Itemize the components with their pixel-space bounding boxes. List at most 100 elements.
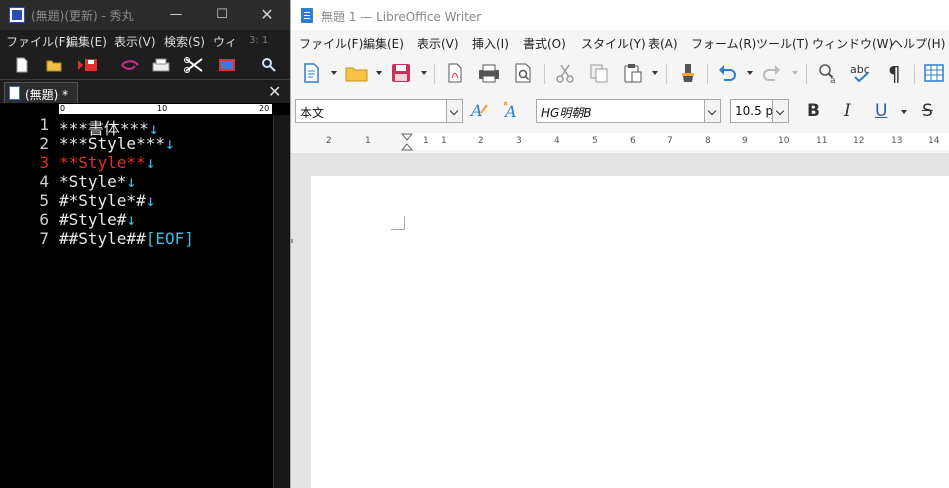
print-preview-icon[interactable]	[512, 62, 534, 84]
chevron-down-icon[interactable]	[901, 110, 907, 114]
line-text: #*Style*#	[59, 191, 146, 210]
line-text: #Style#	[59, 210, 127, 229]
chevron-down-icon[interactable]	[747, 71, 753, 75]
print-icon[interactable]	[477, 62, 501, 84]
font-size-select[interactable]: 10.5 pt	[730, 99, 789, 123]
menu-help[interactable]: ヘルプ(H)	[891, 35, 945, 52]
document-area	[291, 154, 949, 488]
ruler-label: 12	[853, 136, 865, 146]
open-folder-icon[interactable]	[45, 56, 63, 74]
spelling-icon[interactable]: abc	[849, 62, 875, 84]
paragraph-style-select[interactable]: 本文	[295, 99, 463, 123]
menu-format[interactable]: 書式(O)	[523, 35, 566, 52]
menu-search[interactable]: 検索(S)	[164, 33, 205, 50]
new-file-icon[interactable]	[13, 56, 31, 74]
line-number: 6	[39, 210, 49, 229]
save-icon[interactable]	[76, 56, 100, 74]
strikethrough-button[interactable]: S	[922, 101, 933, 121]
insert-table-icon[interactable]	[923, 62, 945, 84]
undo-icon[interactable]	[119, 56, 141, 74]
clone-formatting-icon[interactable]	[677, 62, 699, 84]
open-folder-icon[interactable]	[344, 62, 370, 84]
menu-view[interactable]: 表示(V)	[417, 35, 459, 52]
hidemaru-text-area[interactable]: 1 ***書体***↓ 2 ***Style***↓ 3 **Style**↓ …	[0, 115, 273, 488]
cut-icon[interactable]	[183, 56, 205, 74]
update-style-icon[interactable]: A	[469, 99, 491, 121]
horizontal-ruler[interactable]: 2 1 1 1 2 3 4 5 6 7 8 9 10 11 12 13 14	[291, 130, 949, 154]
export-pdf-icon[interactable]	[444, 62, 466, 84]
ruler-mark: 10	[157, 104, 168, 113]
menu-form[interactable]: フォーム(R)	[691, 35, 756, 52]
menu-edit[interactable]: 編集(E)	[66, 33, 107, 50]
menu-view[interactable]: 表示(V)	[114, 33, 156, 50]
hidemaru-menu-bar: ファイル(F) 編集(E) 表示(V) 検索(S) ウィ 3: 1	[0, 30, 290, 51]
hidemaru-title-bar: (無題)(更新) - 秀丸 — ☐ ✕	[0, 0, 290, 30]
copy-icon[interactable]	[588, 62, 610, 84]
toolbar-separator	[914, 64, 915, 84]
chevron-down-icon[interactable]	[704, 100, 720, 122]
menu-styles[interactable]: スタイル(Y)	[581, 35, 646, 52]
eof-marker: [EOF]	[145, 229, 194, 248]
ruler-mark: 20	[259, 104, 270, 113]
line-number: 3	[39, 153, 49, 172]
menu-file[interactable]: ファイル(F)	[6, 33, 70, 50]
hidemaru-toolbar	[0, 51, 290, 79]
menu-window[interactable]: ウィンドウ(W)	[812, 35, 893, 52]
print-icon[interactable]	[150, 56, 172, 74]
ruler-label: 8	[705, 136, 711, 146]
svg-text:A: A	[469, 101, 483, 120]
vertical-scrollbar[interactable]	[273, 115, 290, 488]
line-text: *Style*	[59, 172, 127, 191]
copy-icon[interactable]	[216, 56, 238, 74]
document-page[interactable]	[311, 176, 949, 488]
line-number: 1	[39, 115, 49, 134]
ruler-label: 6	[630, 136, 636, 146]
ruler-label: 13	[891, 136, 903, 146]
ruler-label: 2	[478, 136, 484, 146]
menu-file[interactable]: ファイル(F)	[299, 35, 363, 52]
menu-tools[interactable]: ツール(T)	[756, 35, 809, 52]
ruler-area	[407, 133, 949, 150]
formatting-toolbar: 本文 A A HG明朝B 10.5 pt B I U S	[291, 92, 949, 130]
menu-insert[interactable]: 挿入(I)	[472, 35, 509, 52]
new-style-icon[interactable]: A	[501, 99, 523, 121]
new-document-icon[interactable]	[301, 62, 323, 84]
chevron-down-icon[interactable]	[421, 71, 427, 75]
undo-icon[interactable]	[716, 62, 738, 84]
ruler-label: 3	[516, 136, 522, 146]
redo-icon[interactable]	[761, 62, 783, 84]
underline-button[interactable]: U	[875, 101, 887, 121]
menu-window[interactable]: ウィ	[213, 33, 237, 50]
chevron-down-icon[interactable]	[331, 71, 337, 75]
eol-marker: ↓	[126, 210, 137, 229]
cut-icon[interactable]	[554, 62, 576, 84]
hidemaru-app-icon[interactable]	[9, 7, 25, 23]
formatting-marks-icon[interactable]: ¶	[884, 62, 906, 84]
bold-button[interactable]: B	[807, 101, 820, 121]
find-replace-icon[interactable]: a	[817, 62, 839, 84]
font-name-select[interactable]: HG明朝B	[536, 99, 721, 123]
menu-table[interactable]: 表(A)	[648, 35, 678, 52]
paste-icon[interactable]	[622, 62, 644, 84]
ruler-label: 2	[326, 136, 332, 146]
search-icon[interactable]	[260, 56, 278, 74]
chevron-down-icon[interactable]	[652, 71, 658, 75]
chevron-down-icon[interactable]	[772, 100, 788, 122]
close-button[interactable]: ✕	[244, 0, 290, 30]
chevron-down-icon[interactable]	[792, 71, 798, 75]
toolbar-separator	[434, 64, 435, 84]
indent-marker-icon[interactable]	[400, 132, 414, 152]
standard-toolbar: a abc ¶	[291, 54, 949, 92]
chevron-down-icon[interactable]	[376, 71, 382, 75]
tab-untitled[interactable]: (無題) *	[4, 82, 78, 103]
line-text: ##Style##	[59, 229, 146, 248]
paragraph-style-value: 本文	[300, 106, 325, 120]
chevron-down-icon[interactable]	[446, 100, 462, 122]
maximize-button[interactable]: ☐	[199, 0, 245, 30]
minimize-button[interactable]: —	[153, 0, 199, 30]
menu-edit[interactable]: 編集(E)	[363, 35, 404, 52]
writer-app-icon[interactable]	[301, 8, 313, 23]
tab-close-icon[interactable]: ✕	[268, 82, 281, 101]
italic-button[interactable]: I	[844, 101, 851, 121]
save-icon[interactable]	[390, 62, 412, 84]
